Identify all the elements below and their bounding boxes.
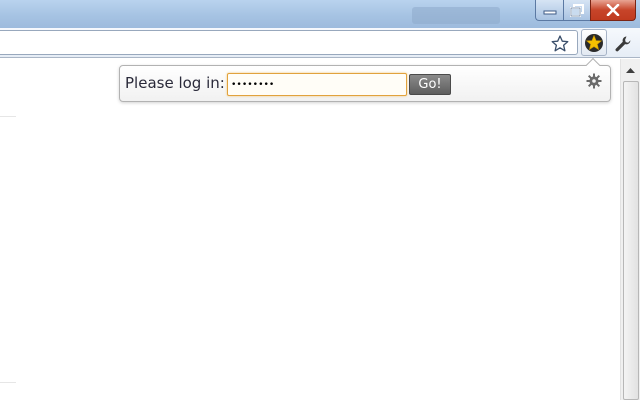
titlebar-blurred-element (412, 7, 500, 24)
address-bar[interactable] (0, 30, 578, 55)
window-titlebar[interactable] (0, 0, 640, 28)
login-prompt: Please log in: (125, 74, 225, 92)
window-controls (535, 0, 636, 21)
wrench-icon (615, 36, 631, 52)
chevron-up-icon (626, 67, 635, 73)
star-outline-icon (551, 34, 569, 51)
close-button[interactable] (590, 0, 636, 21)
gear-icon (586, 73, 602, 89)
bookmark-button[interactable] (550, 34, 570, 52)
gold-star-icon (585, 33, 603, 52)
scroll-up-button[interactable] (623, 63, 638, 78)
login-popup: Please log in: Go! (119, 57, 611, 102)
page-content (0, 59, 620, 400)
password-input[interactable] (227, 73, 407, 96)
extension-button[interactable] (581, 29, 607, 56)
page-divider (0, 382, 16, 383)
page-divider (0, 116, 16, 117)
restore-button[interactable] (563, 0, 590, 21)
settings-button[interactable] (585, 72, 603, 90)
go-button[interactable]: Go! (409, 74, 451, 95)
close-icon (606, 4, 620, 16)
minimize-icon (543, 10, 556, 15)
vertical-scrollbar[interactable] (620, 59, 640, 400)
minimize-button[interactable] (535, 0, 563, 21)
wrench-menu-button[interactable] (612, 33, 634, 55)
scrollbar-thumb[interactable] (623, 81, 639, 400)
browser-toolbar (0, 28, 640, 58)
restore-icon (570, 3, 584, 17)
